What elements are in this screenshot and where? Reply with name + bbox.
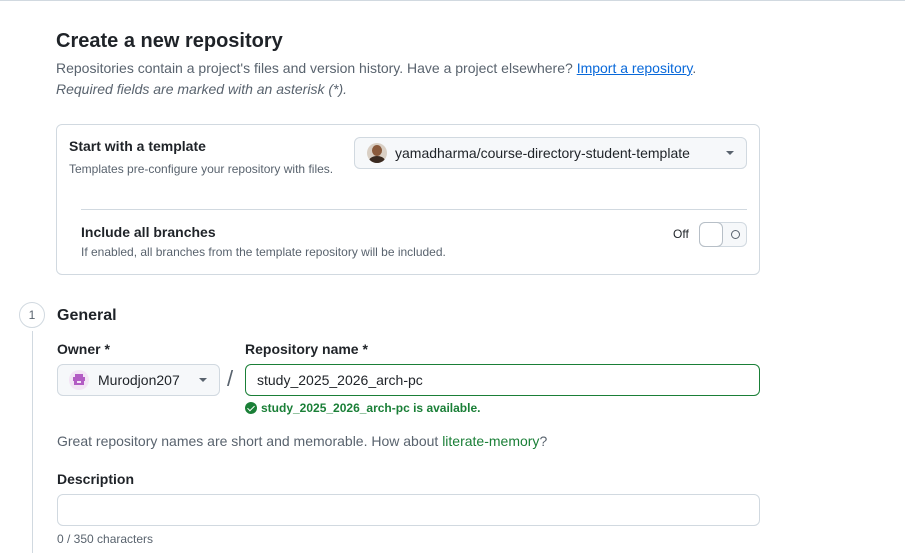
owner-label: Owner *: [57, 341, 110, 357]
template-title: Start with a template: [69, 138, 206, 154]
caret-down-icon: [199, 378, 207, 382]
template-section: Start with a template Templates pre-conf…: [56, 124, 760, 275]
suggested-name-link[interactable]: literate-memory: [442, 433, 539, 449]
include-branches-toggle[interactable]: [699, 222, 747, 247]
description-label: Description: [57, 471, 135, 487]
owner-select-label: Murodjon207: [98, 372, 180, 388]
section-title-general: General: [57, 307, 117, 324]
template-select-button[interactable]: yamadharma/course-directory-student-temp…: [354, 137, 747, 169]
availability-message: study_2025_2026_arch-pc is available.: [245, 401, 480, 415]
required-fields-note: Required fields are marked with an aster…: [56, 81, 348, 97]
import-repository-link[interactable]: Import a repository: [577, 60, 693, 76]
check-circle-icon: [245, 402, 257, 414]
name-suggestion: Great repository names are short and mem…: [57, 433, 547, 449]
owner-select-button[interactable]: Murodjon207: [57, 364, 220, 396]
subtitle-text: Repositories contain a project's files a…: [56, 60, 577, 76]
toggle-off-icon: [731, 230, 740, 239]
create-repo-page: Create a new repository Repositories con…: [0, 0, 905, 553]
toggle-state-label: Off: [673, 227, 689, 241]
availability-text: study_2025_2026_arch-pc is available.: [261, 401, 481, 415]
page-subtitle: Repositories contain a project's files a…: [56, 60, 696, 76]
suggestion-end: ?: [539, 433, 548, 449]
include-branches-title: Include all branches: [81, 224, 216, 240]
repository-name-input[interactable]: [245, 364, 760, 396]
divider: [81, 209, 747, 210]
subtitle-end: .: [692, 60, 697, 76]
template-select-label: yamadharma/course-directory-student-temp…: [395, 145, 690, 161]
step-number: 1: [19, 302, 45, 328]
suggestion-text: Great repository names are short and mem…: [57, 433, 443, 449]
character-count: 0 / 350 characters: [57, 532, 154, 546]
owner-identicon: [69, 370, 89, 390]
description-input[interactable]: [57, 494, 760, 526]
step-line: [32, 331, 33, 553]
repository-name-label: Repository name *: [245, 341, 368, 357]
caret-down-icon: [726, 151, 734, 155]
include-branches-description: If enabled, all branches from the templa…: [81, 245, 446, 259]
toggle-knob: [699, 222, 723, 247]
page-title: Create a new repository: [56, 30, 283, 52]
template-description: Templates pre-configure your repository …: [69, 162, 334, 176]
user-avatar: [367, 143, 387, 163]
owner-repo-separator: /: [227, 366, 234, 391]
